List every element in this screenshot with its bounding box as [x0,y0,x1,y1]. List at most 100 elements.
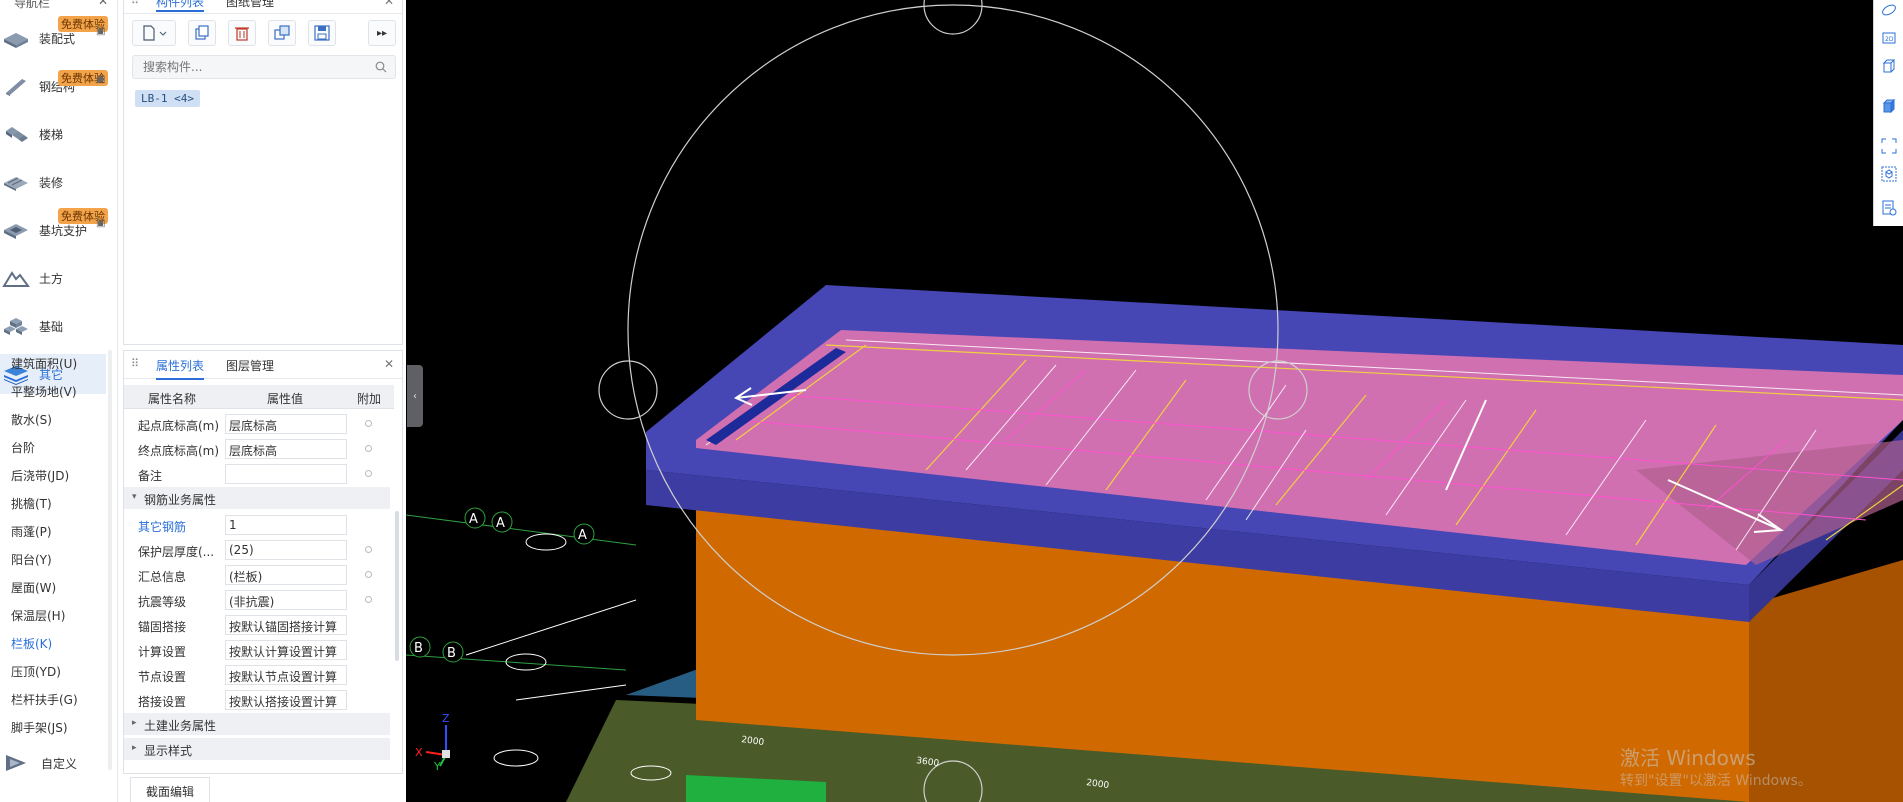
category-label: 土方 [39,271,64,286]
category-stairs[interactable]: 楼梯 [0,114,106,154]
view-2d-button[interactable]: 2D [1879,28,1899,48]
extra-checkbox[interactable] [365,420,372,427]
property-row[interactable]: 锚固搭接 按默认锚固搭接计算 [124,612,394,637]
property-scrollbar[interactable] [395,511,399,661]
subitem-parapet[interactable]: 栏板(K) [11,635,52,652]
category-steel[interactable]: 钢结构 免费体验 ▣ [0,66,108,106]
view-toolbar: 2D [1873,0,1903,226]
category-prefab[interactable]: 装配式 免费体验 ▣ [0,16,108,58]
category-decoration[interactable]: 装修 [0,162,106,202]
extra-checkbox[interactable] [365,546,372,553]
property-row[interactable]: 抗震等级 (非抗震) [124,587,394,612]
search-icon[interactable] [375,61,387,73]
view-solid-button[interactable] [1879,96,1899,116]
chevron-left-icon: ‹ [413,390,417,402]
subitem-canopy[interactable]: 雨蓬(P) [11,523,52,540]
property-row[interactable]: 起点底标高(m) 层底标高 [124,411,394,436]
tab-layer-management[interactable]: 图层管理 [226,357,274,374]
property-row[interactable]: 计算设置 按默认计算设置计算 [124,637,394,662]
category-pit-support[interactable]: 基坑支护 免费体验 ▣ [0,208,108,250]
tab-component-list[interactable]: 构件列表 [156,0,205,12]
extra-checkbox[interactable] [365,445,372,452]
group-label: 钢筋业务属性 [144,493,217,507]
rotation-handle-left[interactable] [598,360,658,420]
activation-watermark-title: 激活 Windows [1620,746,1756,770]
tab-section-edit[interactable]: 截面编辑 [130,777,210,802]
subitem-insulation[interactable]: 保温层(H) [11,607,65,624]
property-value[interactable]: 按默认搭接设置计算 [225,690,347,710]
property-row[interactable]: 节点设置 按默认节点设置计算 [124,662,394,687]
collapse-panel-button[interactable]: ‹ [407,365,423,427]
property-name: 起点底标高(m) [138,419,220,433]
3d-viewport[interactable]: A A A B B 2000 3600 2000 Z X Y [406,0,1903,802]
property-value[interactable]: (非抗震) [225,590,347,610]
subitem-railing[interactable]: 栏杆扶手(G) [11,691,78,708]
category-custom[interactable]: 自定义 [0,743,106,783]
property-name: 节点设置 [138,670,187,684]
category-foundation[interactable]: 基础 [0,306,106,346]
subitem-roof[interactable]: 屋面(W) [11,579,56,596]
extra-checkbox[interactable] [365,571,372,578]
search-input[interactable] [143,56,363,78]
property-row[interactable]: 备注 [124,461,394,486]
group-rebar-properties[interactable]: ▾ 钢筋业务属性 [124,487,390,509]
subitem-coping[interactable]: 压顶(YD) [11,663,61,680]
component-panel-tabs: ⠿ 构件列表 图纸管理 ✕ [124,0,402,14]
subitem-eave[interactable]: 挑檐(T) [11,495,52,512]
group-civil-properties[interactable]: ▸ 土建业务属性 [124,713,390,735]
component-item[interactable]: LB-1 <4> [135,90,200,107]
subitem-scaffold[interactable]: 脚手架(JS) [11,719,68,736]
subitem-building-area[interactable]: 建筑面积(U) [11,355,77,372]
subitem-post-pour-strip[interactable]: 后浇带(JD) [11,467,69,484]
property-value[interactable]: (25) [225,540,347,560]
property-value[interactable]: 按默认计算设置计算 [225,640,347,660]
nav-close-icon[interactable]: ✕ [98,0,108,8]
subitem-site-leveling[interactable]: 平整场地(V) [11,383,77,400]
axis-text: A [469,512,478,527]
property-value[interactable]: 层底标高 [225,439,347,459]
fullscreen-icon [1881,138,1897,154]
duplicate-floor-button[interactable] [268,20,296,46]
property-value[interactable]: 1 [225,515,347,535]
property-row[interactable]: 搭接设置 按默认搭接设置计算 [124,687,394,712]
close-icon[interactable]: ✕ [384,0,394,8]
more-tools-button[interactable]: ▸▸ [368,20,396,46]
fit-view-button[interactable] [1879,136,1899,156]
property-row[interactable]: 汇总信息 (栏板) [124,562,394,587]
orbit-button[interactable] [1879,0,1899,20]
property-row[interactable]: 其它钢筋 1 [124,512,394,537]
pit-support-icon [4,224,28,239]
drag-handle-icon[interactable]: ⠿ [131,357,139,370]
tab-drawing-management[interactable]: 图纸管理 [226,0,274,10]
extra-checkbox[interactable] [365,596,372,603]
property-name: 其它钢筋 [138,520,187,534]
property-value[interactable]: (栏板) [225,565,347,585]
new-component-button[interactable] [132,20,176,46]
property-value[interactable]: 层底标高 [225,414,347,434]
left-navigation: 导航栏 ✕ 装配式 免费体验 ▣ 钢结构 免费体验 ▣ 楼梯 装修 基坑支护 免… [0,0,118,802]
drag-handle-icon[interactable]: ⠿ [131,0,139,7]
property-value[interactable]: 按默认锚固搭接计算 [225,615,347,635]
group-display-style[interactable]: ▸ 显示样式 [124,738,390,760]
tab-property-list[interactable]: 属性列表 [156,357,205,380]
property-view-button[interactable] [1879,198,1899,218]
property-row[interactable]: 保护层厚度(... (25) [124,537,394,562]
extra-checkbox[interactable] [365,470,372,477]
property-row[interactable]: 终点底标高(m) 层底标高 [124,436,394,461]
foundation-icon [4,318,28,335]
close-icon[interactable]: ✕ [384,357,394,371]
dynamic-view-button[interactable] [1879,164,1899,184]
property-value[interactable]: 按默认节点设置计算 [225,665,347,685]
nav-title: 导航栏 [14,0,51,10]
subitem-balcony[interactable]: 阳台(Y) [11,551,52,568]
delete-component-button[interactable] [228,20,256,46]
subitem-apron[interactable]: 散水(S) [11,411,52,428]
category-earthwork[interactable]: 土方 [0,258,106,298]
view-3d-button[interactable] [1879,56,1899,76]
copy-component-button[interactable] [188,20,216,46]
nav-scrollbar[interactable] [108,350,112,770]
component-search[interactable] [132,55,396,79]
subitem-steps[interactable]: 台阶 [11,439,35,456]
property-value[interactable] [225,464,347,484]
save-template-button[interactable] [308,20,336,46]
